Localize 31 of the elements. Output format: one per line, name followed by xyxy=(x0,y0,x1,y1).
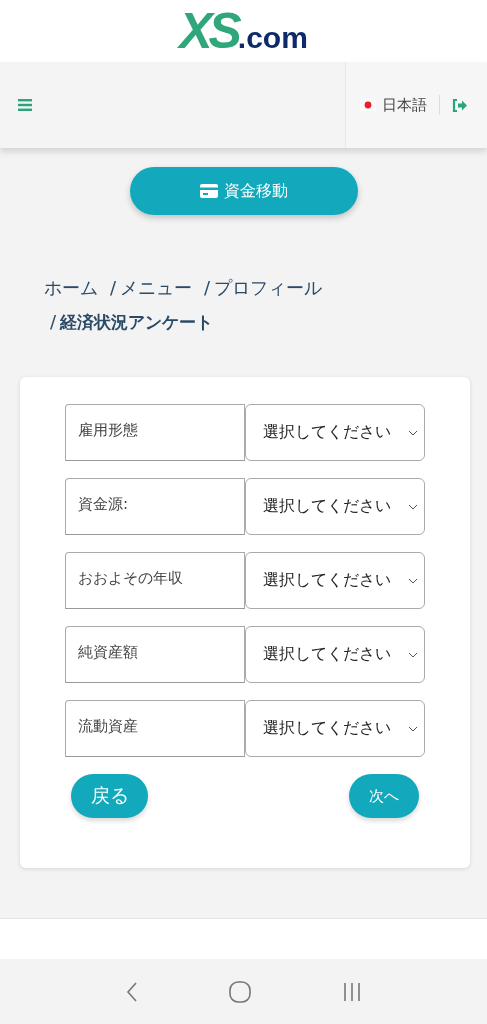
chevron-down-icon xyxy=(408,577,418,584)
back-nav-icon[interactable] xyxy=(125,981,138,1002)
language-selector[interactable]: 日本語 xyxy=(382,95,427,115)
breadcrumb-separator: / xyxy=(50,311,57,333)
field-label: 純資産額 xyxy=(65,626,245,683)
chevron-down-icon xyxy=(408,503,418,510)
select-dropdown[interactable]: 選択してください xyxy=(245,478,425,535)
field-label: おおよその年収 xyxy=(65,552,245,609)
card-icon xyxy=(199,184,218,198)
logo-suffix: .com xyxy=(237,23,308,53)
breadcrumb-item[interactable]: メニュー xyxy=(120,277,193,299)
field-label: 資金源: xyxy=(65,478,245,535)
field-label: 流動資産 xyxy=(65,700,245,757)
chevron-down-icon xyxy=(408,651,418,658)
logout-icon[interactable] xyxy=(452,98,468,112)
chevron-down-icon xyxy=(408,429,418,436)
breadcrumb-item[interactable]: プロフィール xyxy=(214,277,323,299)
select-dropdown[interactable]: 選択してください xyxy=(245,700,425,757)
breadcrumb-separator: / xyxy=(110,277,117,299)
home-nav-icon[interactable] xyxy=(228,980,251,1003)
menu-icon[interactable] xyxy=(18,99,32,111)
logo-mark: XS xyxy=(179,6,238,56)
select-dropdown[interactable]: 選択してください xyxy=(245,626,425,683)
recents-nav-icon[interactable] xyxy=(341,981,362,1002)
breadcrumb-item: 経済状況アンケート xyxy=(60,311,214,333)
breadcrumb-separator: / xyxy=(204,277,211,299)
select-dropdown[interactable]: 選択してください xyxy=(245,404,425,461)
select-dropdown[interactable]: 選択してください xyxy=(245,552,425,609)
chevron-down-icon xyxy=(408,725,418,732)
field-label: 雇用形態 xyxy=(65,404,245,461)
breadcrumb-item[interactable]: ホーム xyxy=(44,277,98,299)
